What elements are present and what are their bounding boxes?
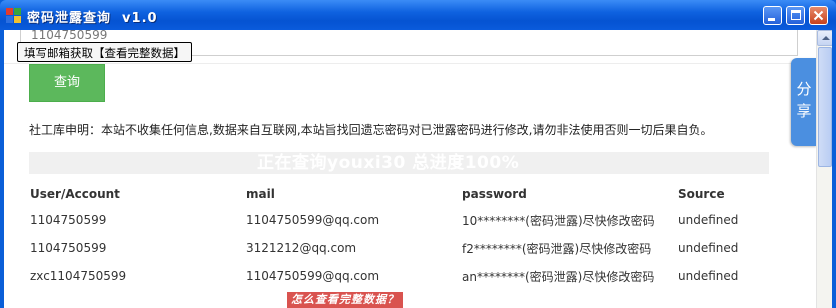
cell-mail: 1104750599@qq.com xyxy=(246,269,380,283)
disclaimer-text: 社工库申明：本站不收集任何信息,数据来自互联网,本站旨找回遗忘密码对已泄露密码进… xyxy=(29,123,713,137)
email-hint-tooltip: 填写邮箱获取【查看完整数据】 xyxy=(17,42,192,62)
cell-source: undefined xyxy=(678,269,739,283)
query-button[interactable]: 查询 xyxy=(29,64,105,102)
table-header-row: User/Account mail password Source xyxy=(30,182,758,206)
table-row: 1104750599 1104750599@qq.com 10********(… xyxy=(30,206,758,234)
share-label-2: 享 xyxy=(796,102,812,120)
title-bar[interactable]: 密码泄露查询 v1.0 xyxy=(0,0,836,30)
share-button[interactable]: 分 享 xyxy=(791,58,817,146)
close-icon xyxy=(813,10,824,21)
header-user-account: User/Account xyxy=(30,187,120,201)
cell-account: 1104750599 xyxy=(30,213,107,227)
maximize-button[interactable] xyxy=(786,6,805,25)
cell-account: zxc1104750599 xyxy=(30,269,127,283)
minimize-icon xyxy=(768,18,775,21)
header-source: Source xyxy=(678,187,725,201)
cell-source: undefined xyxy=(678,241,739,255)
maximize-icon xyxy=(791,10,801,20)
cell-mail: 3121212@qq.com xyxy=(246,241,357,255)
header-password: password xyxy=(462,187,527,201)
arrow-up-icon xyxy=(822,36,830,40)
cell-password: 10********(密码泄露)尽快修改密码 xyxy=(462,213,655,228)
table-row: zxc1104750599 1104750599@qq.com an******… xyxy=(30,262,758,290)
cell-password: f2********(密码泄露)尽快修改密码 xyxy=(462,241,652,256)
cell-source: undefined xyxy=(678,213,739,227)
divider xyxy=(4,63,832,64)
help-link[interactable]: 怎么查看完整数据？ xyxy=(287,292,403,308)
progress-text: 正在查询youxi30 总进度100% xyxy=(257,153,520,173)
progress-bar: 正在查询youxi30 总进度100% xyxy=(29,152,769,174)
scroll-up-button[interactable] xyxy=(817,30,832,46)
app-window: 密码泄露查询 v1.0 1104750599 填写邮箱获取【查看完整数据】 查询… xyxy=(0,0,836,308)
cell-account: 1104750599 xyxy=(30,241,107,255)
email-input-value: 1104750599 xyxy=(31,30,108,42)
minimize-button[interactable] xyxy=(763,6,782,25)
share-label-1: 分 xyxy=(796,80,812,98)
vertical-scrollbar[interactable] xyxy=(816,30,832,308)
app-icon xyxy=(6,8,21,23)
window-title: 密码泄露查询 v1.0 xyxy=(27,11,158,26)
cell-password: an********(密码泄露)尽快修改密码 xyxy=(462,269,655,284)
cell-mail: 1104750599@qq.com xyxy=(246,213,380,227)
close-button[interactable] xyxy=(809,6,828,25)
scrollbar-thumb[interactable] xyxy=(818,47,832,167)
header-mail: mail xyxy=(246,187,275,201)
table-row: 1104750599 3121212@qq.com f2********(密码泄… xyxy=(30,234,758,262)
results-table: User/Account mail password Source 110475… xyxy=(30,182,758,290)
client-area: 1104750599 填写邮箱获取【查看完整数据】 查询 社工库申明：本站不收集… xyxy=(4,30,832,308)
